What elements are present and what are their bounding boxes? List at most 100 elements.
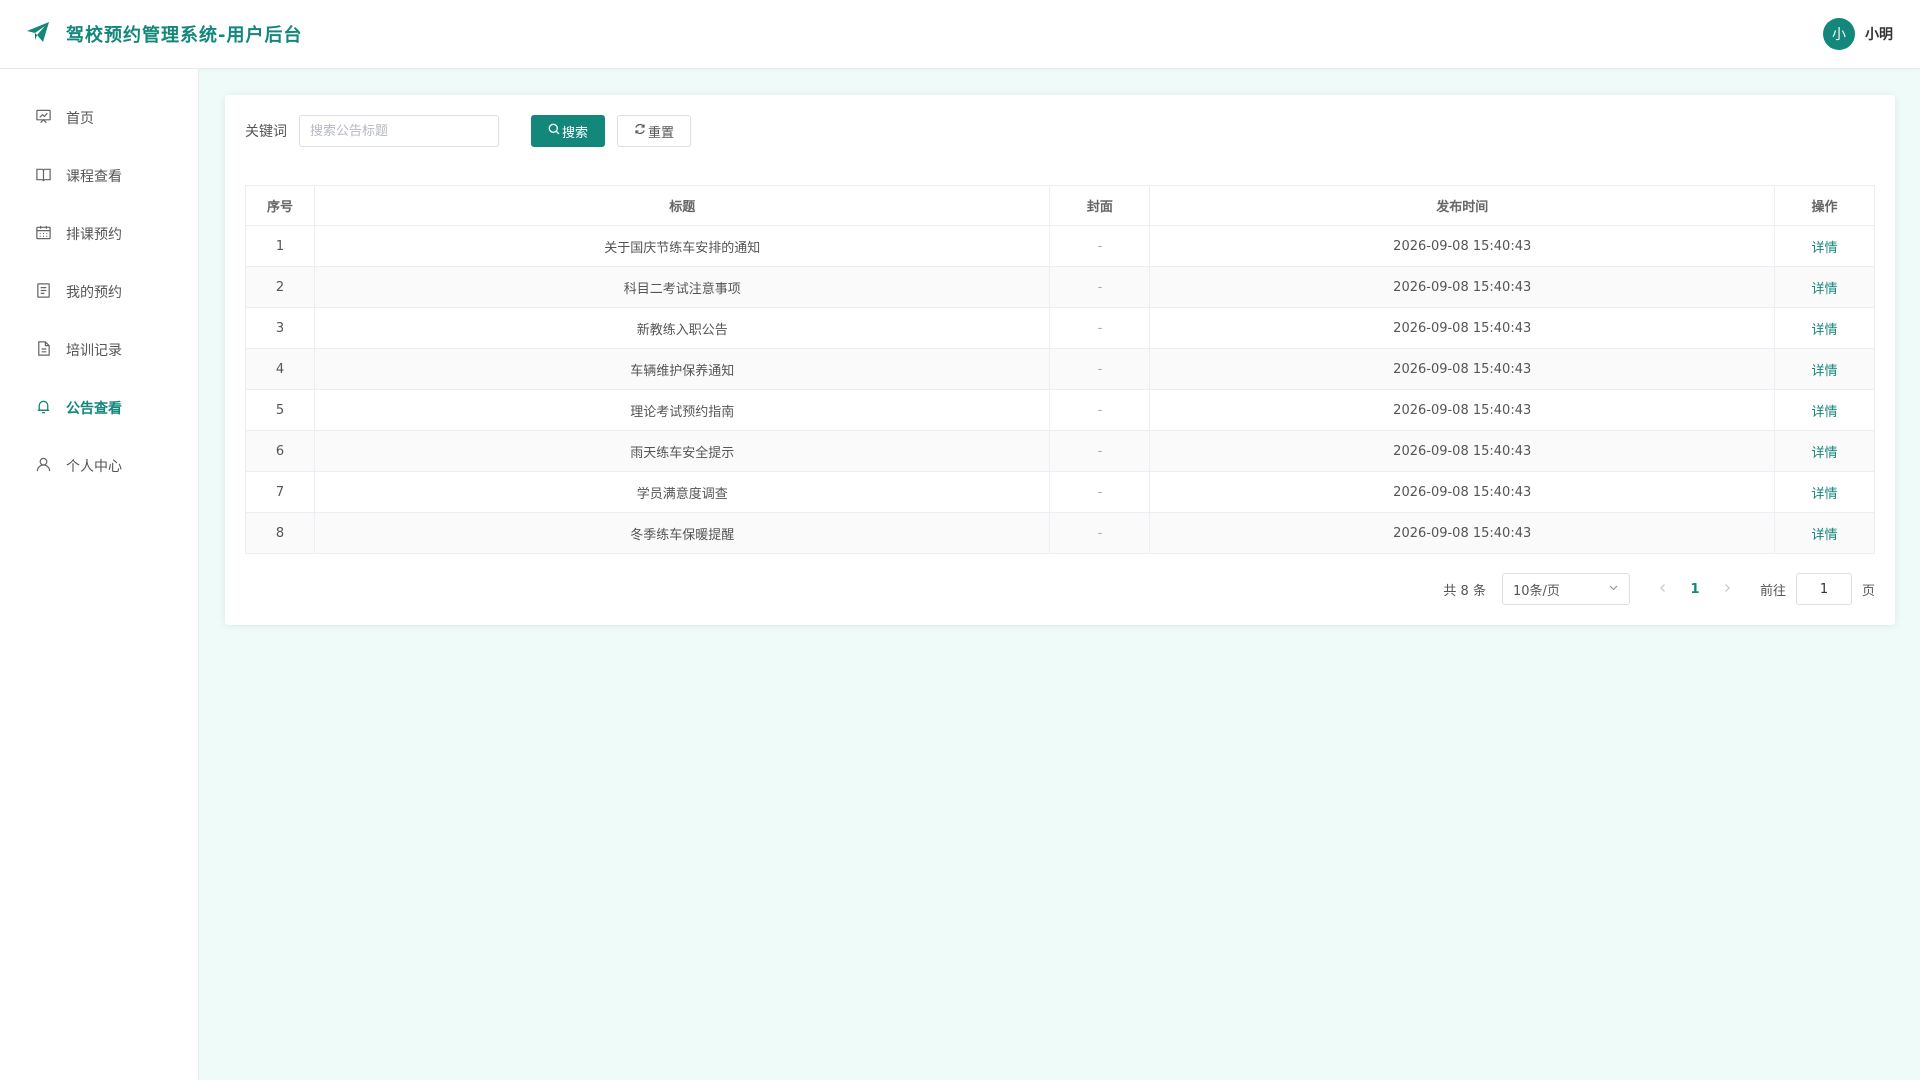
calendar-icon — [35, 224, 52, 245]
reset-button[interactable]: 重置 — [617, 115, 691, 147]
cell-time: 2026-09-08 15:40:43 — [1149, 471, 1776, 513]
search-button[interactable]: 搜索 — [531, 115, 605, 147]
user-name[interactable]: 小明 — [1865, 24, 1893, 44]
sidebar-item-label: 课程查看 — [66, 169, 122, 185]
cell-seq: 5 — [245, 389, 315, 431]
cell-action: 详情 — [1774, 307, 1875, 349]
chart-board-icon — [35, 108, 52, 129]
table-row: 2 科目二考试注意事项 - 2026-09-08 15:40:43 详情 — [245, 266, 1875, 308]
table-row: 6 雨天练车安全提示 - 2026-09-08 15:40:43 详情 — [245, 430, 1875, 472]
sidebar-item-label: 排课预约 — [66, 227, 122, 243]
header-cover: 封面 — [1049, 185, 1151, 226]
chevron-right-icon — [1722, 582, 1732, 597]
cell-cover: - — [1049, 512, 1151, 554]
sidebar-item-label: 培训记录 — [66, 343, 122, 359]
table-header-row: 序号 标题 封面 发布时间 操作 — [245, 185, 1875, 226]
sidebar: 首页 课程查看 排课预约 我的预约 培训记录 公告查看 个人中心 — [0, 69, 199, 1080]
cell-cover: - — [1049, 225, 1151, 267]
cell-title: 车辆维护保养通知 — [313, 348, 1051, 390]
cell-cover: - — [1049, 307, 1151, 349]
sidebar-item-label: 首页 — [66, 111, 94, 127]
detail-link[interactable]: 详情 — [1812, 405, 1838, 420]
cell-title: 理论考试预约指南 — [313, 389, 1051, 431]
cell-time: 2026-09-08 15:40:43 — [1149, 512, 1776, 554]
cell-cover: - — [1049, 389, 1151, 431]
cell-cover: - — [1049, 430, 1151, 472]
table-row: 1 关于国庆节练车安排的通知 - 2026-09-08 15:40:43 详情 — [245, 225, 1875, 267]
cell-action: 详情 — [1774, 266, 1875, 308]
cell-time: 2026-09-08 15:40:43 — [1149, 430, 1776, 472]
search-input[interactable] — [299, 115, 499, 147]
sidebar-item-label: 个人中心 — [66, 459, 122, 475]
cell-title: 科目二考试注意事项 — [313, 266, 1051, 308]
cell-seq: 4 — [245, 348, 315, 390]
cell-seq: 6 — [245, 430, 315, 472]
app-header: 驾校预约管理系统-用户后台 小 小明 — [0, 0, 1920, 69]
detail-link[interactable]: 详情 — [1812, 282, 1838, 297]
detail-link[interactable]: 详情 — [1812, 323, 1838, 338]
cell-time: 2026-09-08 15:40:43 — [1149, 389, 1776, 431]
paper-plane-icon — [26, 21, 50, 47]
header-action: 操作 — [1774, 185, 1875, 226]
cell-title: 冬季练车保暖提醒 — [313, 512, 1051, 554]
sidebar-item-schedule[interactable]: 排课预约 — [0, 205, 198, 263]
brand: 驾校预约管理系统-用户后台 — [26, 21, 302, 47]
sidebar-item-label: 我的预约 — [66, 285, 122, 301]
sidebar-item-announcements[interactable]: 公告查看 — [0, 379, 198, 437]
next-page-button[interactable] — [1712, 582, 1742, 597]
detail-link[interactable]: 详情 — [1812, 364, 1838, 379]
header-time: 发布时间 — [1149, 185, 1776, 226]
cell-time: 2026-09-08 15:40:43 — [1149, 348, 1776, 390]
goto-suffix: 页 — [1861, 583, 1875, 599]
goto-page-input[interactable] — [1795, 573, 1852, 605]
page-number-current[interactable]: 1 — [1678, 582, 1712, 597]
avatar[interactable]: 小 — [1823, 18, 1855, 50]
detail-link[interactable]: 详情 — [1812, 487, 1838, 502]
cell-title: 新教练入职公告 — [313, 307, 1051, 349]
cell-action: 详情 — [1774, 512, 1875, 554]
user-icon — [35, 456, 52, 477]
refresh-icon — [634, 123, 646, 139]
cell-title: 关于国庆节练车安排的通知 — [313, 225, 1051, 267]
pagination: 共 8 条 10条/页 1 前往 页 — [1443, 573, 1875, 605]
cell-title: 学员满意度调查 — [313, 471, 1051, 513]
cell-cover: - — [1049, 266, 1151, 308]
detail-link[interactable]: 详情 — [1812, 528, 1838, 543]
announcement-card: 关键词 搜索 重置 — [225, 95, 1895, 625]
search-button-label: 搜索 — [561, 125, 588, 141]
cell-seq: 7 — [245, 471, 315, 513]
cell-time: 2026-09-08 15:40:43 — [1149, 266, 1776, 308]
cell-action: 详情 — [1774, 471, 1875, 513]
sidebar-item-profile[interactable]: 个人中心 — [0, 437, 198, 495]
cell-seq: 3 — [245, 307, 315, 349]
goto-label: 前往 — [1759, 583, 1786, 599]
table-row: 7 学员满意度调查 - 2026-09-08 15:40:43 详情 — [245, 471, 1875, 513]
cell-cover: - — [1049, 348, 1151, 390]
cell-time: 2026-09-08 15:40:43 — [1149, 307, 1776, 349]
chevron-left-icon — [1658, 582, 1668, 597]
table-row: 3 新教练入职公告 - 2026-09-08 15:40:43 详情 — [245, 307, 1875, 349]
header-seq: 序号 — [245, 185, 315, 226]
cell-cover: - — [1049, 471, 1151, 513]
table-row: 5 理论考试预约指南 - 2026-09-08 15:40:43 详情 — [245, 389, 1875, 431]
user-menu[interactable]: 小 小明 — [1823, 18, 1893, 50]
table-row: 4 车辆维护保养通知 - 2026-09-08 15:40:43 详情 — [245, 348, 1875, 390]
cell-title: 雨天练车安全提示 — [313, 430, 1051, 472]
sidebar-item-my-bookings[interactable]: 我的预约 — [0, 263, 198, 321]
document-icon — [35, 282, 52, 303]
pagination-total: 共 8 条 — [1443, 583, 1486, 599]
sidebar-item-courses[interactable]: 课程查看 — [0, 147, 198, 205]
sidebar-item-training-records[interactable]: 培训记录 — [0, 321, 198, 379]
prev-page-button[interactable] — [1648, 582, 1678, 597]
detail-link[interactable]: 详情 — [1812, 446, 1838, 461]
page-size-value: 10条/页 — [1512, 583, 1560, 599]
search-bar: 关键词 搜索 重置 — [245, 115, 691, 147]
page-size-select[interactable]: 10条/页 — [1501, 573, 1630, 605]
detail-link[interactable]: 详情 — [1812, 241, 1838, 256]
cell-action: 详情 — [1774, 225, 1875, 267]
chevron-down-icon — [1608, 582, 1619, 597]
cell-time: 2026-09-08 15:40:43 — [1149, 225, 1776, 267]
sidebar-item-home[interactable]: 首页 — [0, 89, 198, 147]
file-icon — [35, 340, 52, 361]
cell-action: 详情 — [1774, 389, 1875, 431]
